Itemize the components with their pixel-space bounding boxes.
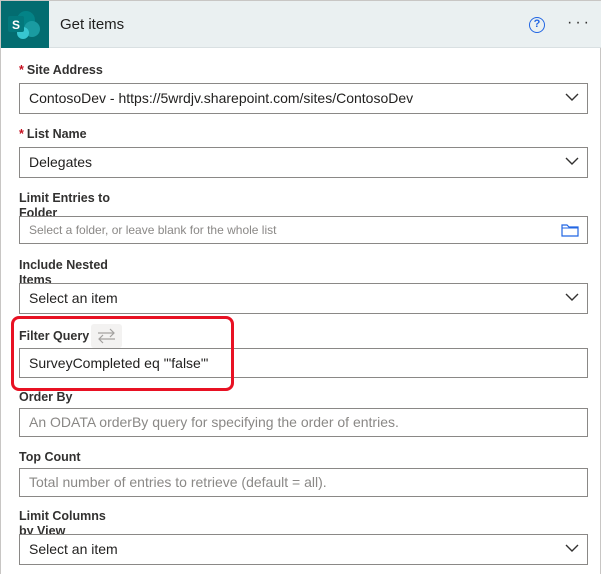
- include-nested-dropdown[interactable]: Select an item: [19, 283, 588, 314]
- chevron-down-icon: [565, 293, 579, 301]
- top-count-placeholder: Total number of entries to retrieve (def…: [29, 474, 327, 490]
- site-address-label: * Site Address: [19, 63, 103, 77]
- site-address-dropdown[interactable]: ContosoDev - https://5wrdjv.sharepoint.c…: [19, 83, 588, 114]
- order-by-label: Order By: [19, 390, 73, 404]
- top-count-label: Top Count: [19, 450, 81, 464]
- action-card: S Get items ? ··· * Site Address ContosoD…: [0, 0, 601, 574]
- more-options-icon[interactable]: ···: [567, 15, 592, 31]
- chevron-down-icon: [565, 544, 579, 552]
- filter-query-highlight: [11, 316, 234, 391]
- limit-columns-dropdown[interactable]: Select an item: [19, 534, 588, 565]
- site-address-value: ContosoDev - https://5wrdjv.sharepoint.c…: [29, 90, 414, 106]
- list-name-label: * List Name: [19, 127, 87, 141]
- action-title: Get items: [60, 16, 125, 33]
- required-marker: *: [19, 63, 24, 77]
- include-nested-value: Select an item: [29, 290, 118, 306]
- list-name-value: Delegates: [29, 154, 93, 170]
- required-marker: *: [19, 127, 24, 141]
- limit-columns-value: Select an item: [29, 541, 118, 557]
- card-header[interactable]: S Get items ? ···: [1, 1, 601, 48]
- chevron-down-icon: [565, 93, 579, 101]
- limit-entries-field[interactable]: Select a folder, or leave blank for the …: [19, 216, 588, 244]
- sharepoint-logo-icon: S: [1, 1, 49, 48]
- folder-icon[interactable]: [561, 223, 579, 237]
- svg-text:S: S: [12, 18, 20, 32]
- top-count-input[interactable]: Total number of entries to retrieve (def…: [19, 468, 588, 497]
- help-icon[interactable]: ?: [529, 17, 545, 33]
- limit-entries-placeholder: Select a folder, or leave blank for the …: [29, 223, 277, 237]
- list-name-dropdown[interactable]: Delegates: [19, 147, 588, 178]
- order-by-placeholder: An ODATA orderBy query for specifying th…: [29, 414, 399, 430]
- order-by-input[interactable]: An ODATA orderBy query for specifying th…: [19, 408, 588, 437]
- chevron-down-icon: [565, 157, 579, 165]
